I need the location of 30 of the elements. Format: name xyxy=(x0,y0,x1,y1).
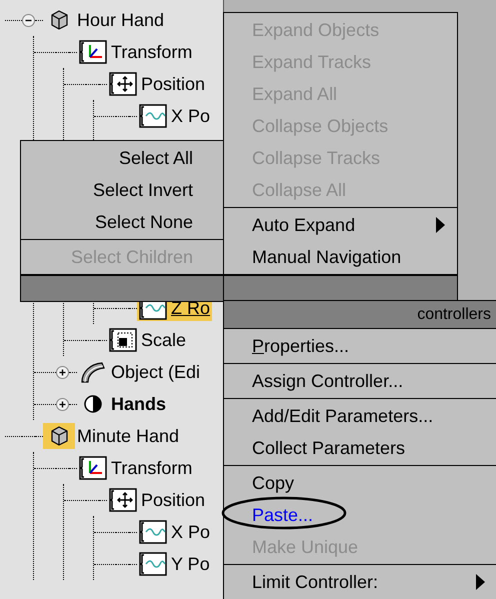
menu-item[interactable]: Manual Navigation xyxy=(224,241,457,273)
track-label[interactable]: Position xyxy=(139,71,208,97)
menu-item[interactable]: Copy xyxy=(224,467,496,499)
menu-item[interactable]: Assign Controller... xyxy=(224,365,496,397)
track-label[interactable]: X Po xyxy=(169,103,212,129)
menu-item[interactable]: Properties... xyxy=(224,330,496,362)
menu-item[interactable]: Add/Edit Parameters... xyxy=(224,400,496,432)
menu-item[interactable]: Select All xyxy=(21,142,223,174)
track-label[interactable]: Transform xyxy=(109,455,194,481)
menu-item[interactable]: Collect Parameters xyxy=(224,432,496,464)
track-label[interactable]: Hands xyxy=(109,391,168,417)
track-label[interactable]: Minute Hand xyxy=(75,423,182,449)
track-label[interactable]: Object (Edi xyxy=(109,359,202,385)
track-label[interactable]: Transform xyxy=(109,39,194,65)
menu-item[interactable]: Paste... xyxy=(224,499,496,531)
track-label[interactable]: X Po xyxy=(169,519,212,545)
submenu-arrow-icon xyxy=(476,574,485,590)
submenu-arrow-icon xyxy=(436,217,445,233)
track-label[interactable]: Position xyxy=(139,487,208,513)
menu-title: controllers xyxy=(224,301,496,329)
expand-toggle-icon[interactable] xyxy=(56,366,69,378)
track-label[interactable]: Hour Hand xyxy=(75,7,166,33)
menu-item[interactable]: Select None xyxy=(21,206,223,238)
menu-item[interactable]: Select Invert xyxy=(21,174,223,206)
menu-item[interactable]: Auto Expand xyxy=(224,209,457,241)
menu-item[interactable]: Limit Controller: xyxy=(224,566,496,598)
track-label[interactable]: Y Po xyxy=(169,551,212,577)
collapse-toggle-icon[interactable] xyxy=(22,14,35,26)
track-label[interactable]: Scale xyxy=(139,327,188,353)
expand-toggle-icon[interactable] xyxy=(56,398,69,410)
